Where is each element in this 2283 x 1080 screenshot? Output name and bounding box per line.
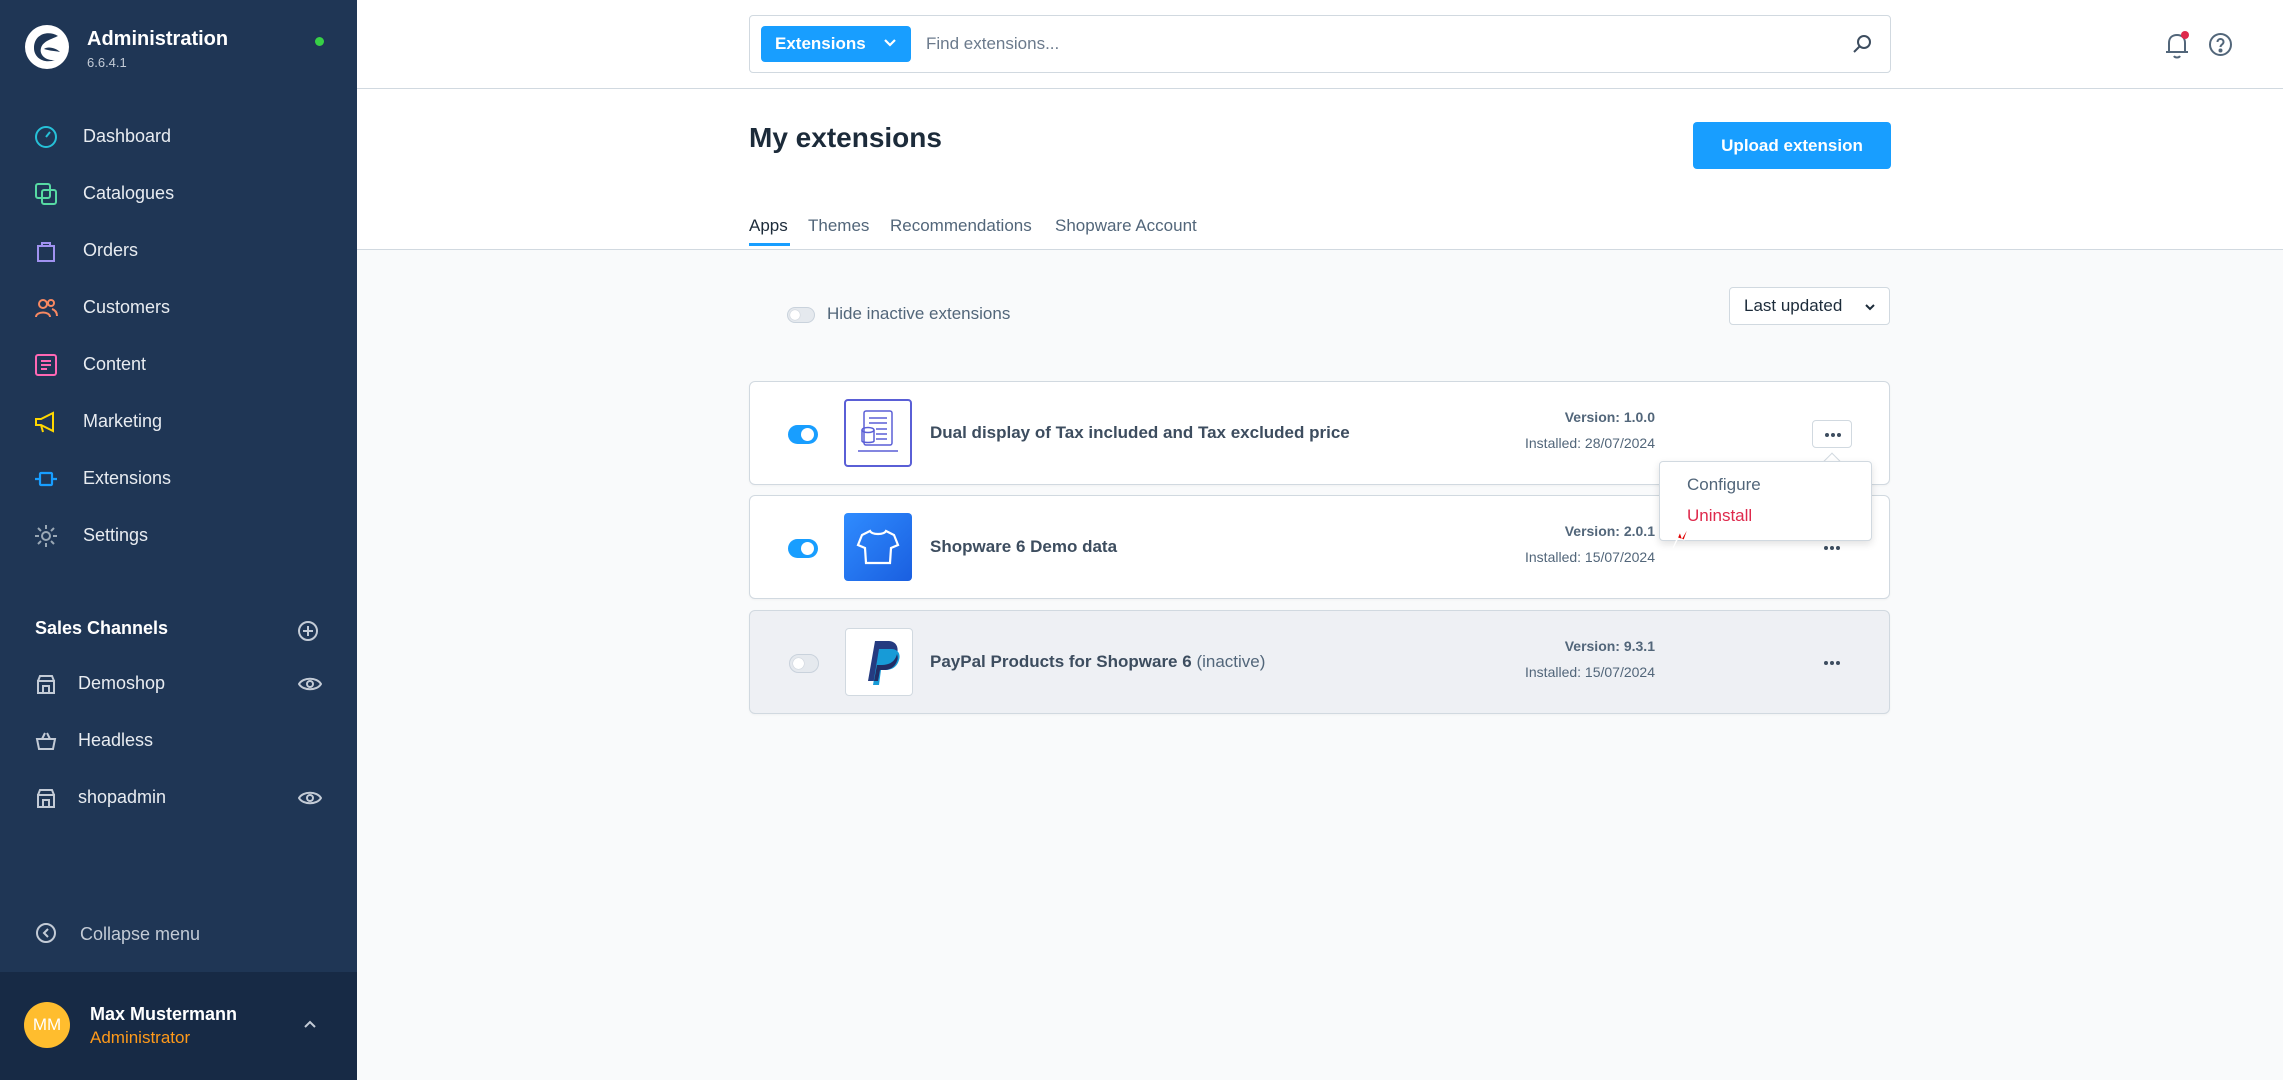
page-header: My extensions Upload extension Apps Them… [357,89,2283,250]
sort-label: Last updated [1744,296,1843,315]
settings-icon [35,525,57,547]
eye-icon[interactable] [298,789,322,807]
extension-installed-date: Installed: 15/07/2024 [1525,664,1655,680]
nav-item-settings[interactable]: Settings [0,511,357,559]
sidebar: Administration 6.6.4.1 Dashboard Catalog… [0,0,357,1080]
shopware-logo-icon[interactable] [24,24,70,70]
search-input[interactable] [926,26,1806,62]
active-tab-indicator [749,243,790,246]
sales-channel-label: Demoshop [78,673,166,693]
extension-name: PayPal Products for Shopware 6 (inactive… [930,652,1265,672]
more-actions-button[interactable] [1812,420,1852,448]
nav-label: Content [83,353,147,374]
notification-bell-icon[interactable] [2163,30,2191,60]
nav-item-content[interactable]: Content [0,340,357,388]
status-indicator [315,37,324,46]
tshirt-icon [844,513,912,581]
avatar: MM [24,1002,70,1048]
app-version: 6.6.4.1 [87,55,127,70]
context-menu: Configure Uninstall [1659,461,1872,541]
tab-recommendations[interactable]: Recommendations [890,216,1032,236]
extension-active-toggle[interactable] [788,539,818,558]
nav-item-marketing[interactable]: Marketing [0,397,357,445]
inactive-tag: (inactive) [1196,652,1266,671]
help-icon[interactable] [2208,32,2233,57]
hide-inactive-toggle[interactable] [787,307,815,323]
chevron-down-icon [1865,304,1875,311]
extension-name: Dual display of Tax included and Tax exc… [930,423,1350,443]
extension-installed-date: Installed: 28/07/2024 [1525,435,1655,451]
page-title: My extensions [749,122,942,153]
storefront-icon [37,789,55,808]
nav-label: Orders [83,239,139,260]
sales-channel-headless[interactable]: Headless [0,719,357,763]
extension-version: Version: 9.3.1 [1564,638,1655,654]
content-icon [35,354,57,376]
basket-icon [35,732,57,750]
sales-channel-demoshop[interactable]: Demoshop [0,662,357,706]
customers-icon [35,299,58,318]
nav-item-dashboard[interactable]: Dashboard [0,112,357,160]
nav-item-catalogues[interactable]: Catalogues [0,169,357,217]
app-title: Administration [87,28,229,50]
extension-version: Version: 1.0.0 [1564,409,1655,425]
topbar: Extensions [357,0,2283,89]
collapse-menu-label: Collapse menu [80,924,201,944]
nav-label: Settings [83,524,149,545]
nav-label: Extensions [83,467,172,488]
hide-inactive-label: Hide inactive extensions [827,304,1011,323]
chevron-up-icon[interactable] [302,1018,318,1030]
sort-select[interactable]: Last updated [1729,287,1890,325]
extensions-icon [35,471,57,487]
sales-channel-shopadmin[interactable]: shopadmin [0,776,357,820]
search-icon[interactable] [1852,34,1872,54]
user-panel[interactable]: MM Max Mustermann Administrator [0,972,357,1080]
chevron-down-icon [884,39,896,47]
nav-label: Customers [83,296,171,317]
nav-item-customers[interactable]: Customers [0,283,357,331]
sidebar-header: Administration 6.6.4.1 [0,0,357,100]
catalogues-icon [35,183,57,205]
more-actions-button[interactable] [1812,649,1852,677]
tax-extension-icon [844,399,912,467]
upload-extension-button[interactable]: Upload extension [1693,122,1891,169]
sales-channel-label: Headless [78,730,154,750]
extension-version: Version: 2.0.1 [1564,523,1655,539]
search-type-label: Extensions [775,34,866,53]
extension-name-text: Dual display of Tax included and Tax exc… [930,423,1350,442]
tab-themes[interactable]: Themes [808,216,869,236]
extension-active-toggle[interactable] [788,425,818,444]
extension-name-text: PayPal Products for Shopware 6 [930,652,1192,671]
nav-label: Marketing [83,410,163,431]
user-role: Administrator [90,1028,191,1047]
extension-name-text: Shopware 6 Demo data [930,537,1118,556]
sales-channel-label: shopadmin [78,787,167,807]
extension-active-toggle[interactable] [789,654,819,673]
extension-name: Shopware 6 Demo data [930,537,1117,557]
tab-shopware-account[interactable]: Shopware Account [1055,216,1197,236]
mouse-cursor-icon [1672,525,1690,549]
nav-label: Dashboard [83,125,172,146]
search-type-dropdown[interactable]: Extensions [761,26,911,62]
orders-icon [37,242,55,262]
collapse-menu-button[interactable]: Collapse menu [0,912,357,956]
add-sales-channel-icon[interactable] [297,620,319,642]
search-bar: Extensions [749,15,1891,73]
extension-installed-date: Installed: 15/07/2024 [1525,549,1655,565]
paypal-icon [845,628,913,696]
nav-label: Catalogues [83,182,175,203]
chevron-left-circle-icon [36,923,56,943]
tab-apps[interactable]: Apps [749,216,788,236]
dashboard-icon [35,126,57,148]
nav-item-orders[interactable]: Orders [0,226,357,274]
storefront-icon [37,675,55,694]
menu-item-configure[interactable]: Configure [1687,475,1761,495]
extension-card: PayPal Products for Shopware 6 (inactive… [749,610,1890,714]
eye-icon[interactable] [298,675,322,693]
sales-channels-title: Sales Channels [35,618,169,638]
nav-item-extensions[interactable]: Extensions [0,454,357,502]
menu-item-uninstall[interactable]: Uninstall [1687,506,1752,526]
user-name: Max Mustermann [90,1004,238,1024]
marketing-icon [35,411,54,433]
